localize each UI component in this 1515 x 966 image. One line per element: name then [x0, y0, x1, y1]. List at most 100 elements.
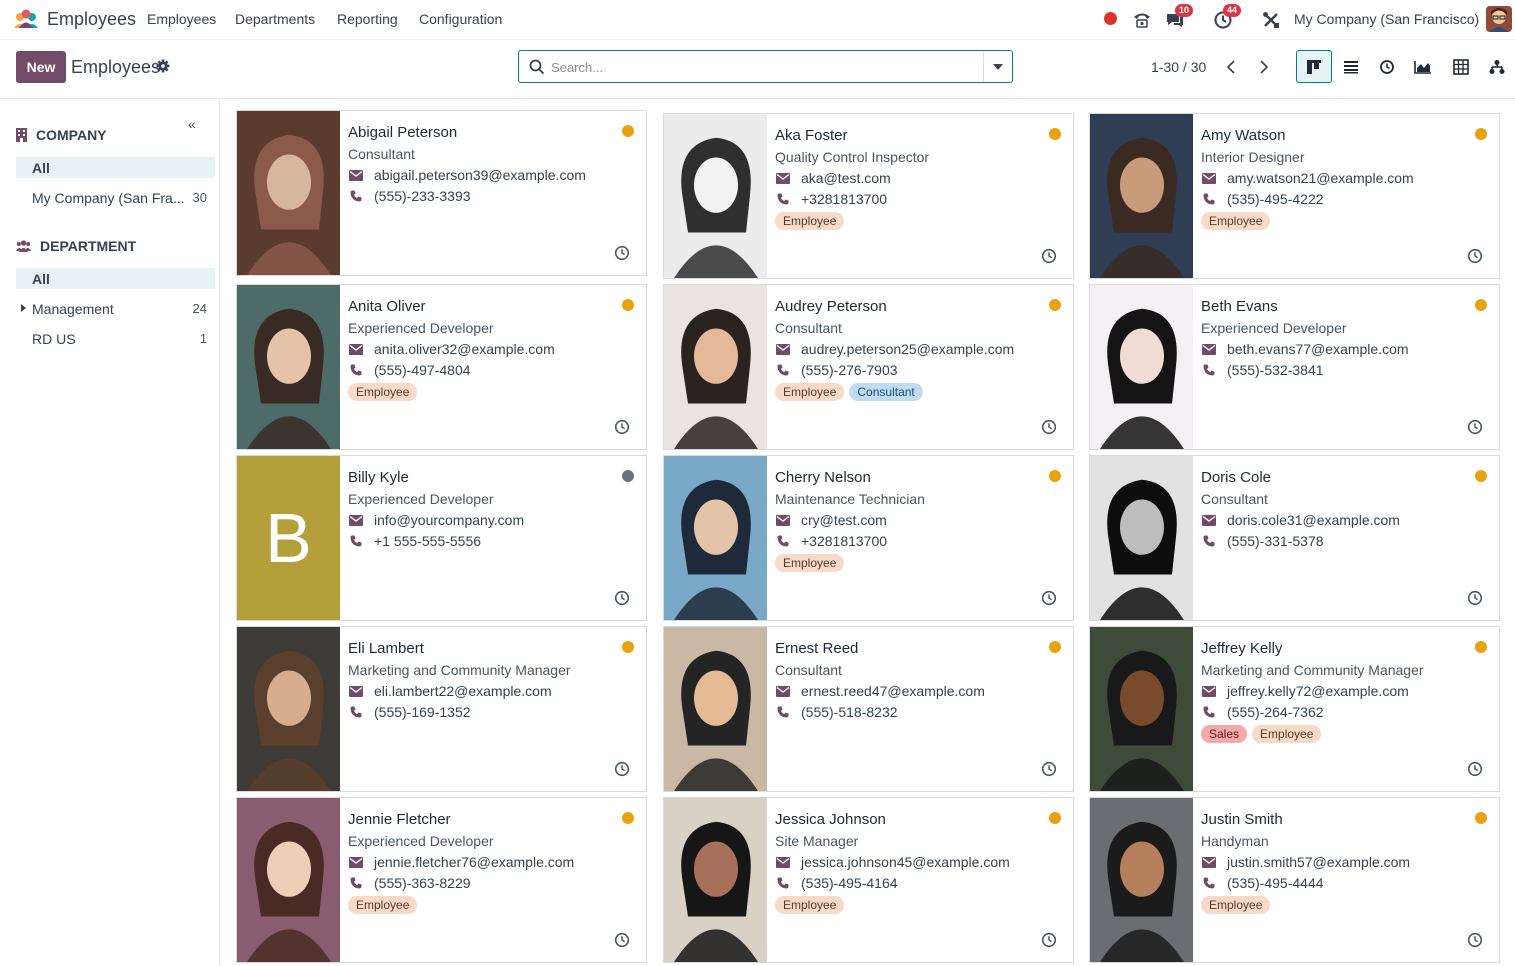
employees-app-icon[interactable] [13, 9, 39, 29]
employee-phone[interactable]: (555)-331-5378 [1227, 533, 1324, 549]
graph-view-button[interactable] [1405, 50, 1441, 83]
list-view-button[interactable] [1333, 50, 1369, 83]
employee-email[interactable]: justin.smith57@example.com [1227, 854, 1410, 870]
hierarchy-view-button[interactable] [1479, 50, 1515, 83]
employee-email[interactable]: info@yourcompany.com [374, 512, 524, 528]
employee-phone-row: (555)-331-5378 [1201, 533, 1324, 549]
pager-previous-button[interactable] [1216, 52, 1246, 82]
tools-icon[interactable] [1260, 9, 1282, 31]
filter-department-rd-us[interactable]: RD US 1 [16, 328, 215, 349]
employee-card[interactable]: Abigail Peterson Consultant abigail.peters… [236, 110, 647, 276]
employee-phone[interactable]: (555)-233-3393 [374, 188, 471, 204]
employee-phone[interactable]: (555)-497-4804 [374, 362, 471, 378]
activity-clock-icon[interactable] [614, 419, 630, 435]
activity-clock-icon[interactable] [1041, 761, 1057, 777]
filter-company-all[interactable]: All [16, 157, 215, 178]
employee-card[interactable]: Eli Lambert Marketing and Community Manag… [236, 626, 647, 792]
employee-card[interactable]: Audrey Peterson Consultant audrey.peterson… [663, 284, 1074, 450]
caret-right-icon[interactable] [21, 304, 26, 312]
employee-card[interactable]: Jennie Fletcher Experienced Developer jenn… [236, 797, 647, 963]
employee-card[interactable]: B Billy Kyle Experienced Developer info@you… [236, 455, 647, 621]
menu-employees[interactable]: Employees [147, 11, 216, 27]
activity-clock-icon[interactable] [614, 245, 630, 261]
filter-department-management[interactable]: Management 24 [16, 298, 215, 319]
employee-card[interactable]: Doris Cole Consultant doris.cole31@example… [1089, 455, 1500, 621]
company-switcher[interactable]: My Company (San Francisco) [1294, 11, 1479, 27]
pivot-view-button[interactable] [1443, 50, 1479, 83]
employee-card[interactable]: Jessica Johnson Site Manager jessica.johns… [663, 797, 1074, 963]
menu-reporting[interactable]: Reporting [337, 11, 398, 27]
employee-card[interactable]: Aka Foster Quality Control Inspector aka@t… [663, 113, 1074, 279]
employee-email[interactable]: aka@test.com [801, 170, 891, 186]
menu-departments[interactable]: Departments [235, 11, 315, 27]
employee-card[interactable]: Justin Smith Handyman justin.smith57@examp… [1089, 797, 1500, 963]
activity-view-button[interactable] [1369, 50, 1405, 83]
activity-clock-icon[interactable] [1041, 932, 1057, 948]
employee-email[interactable]: jennie.fletcher76@example.com [374, 854, 574, 870]
gear-icon[interactable] [156, 59, 170, 73]
employee-email[interactable]: abigail.peterson39@example.com [374, 167, 586, 183]
activity-clock-icon[interactable] [1467, 932, 1483, 948]
employee-email[interactable]: eli.lambert22@example.com [374, 683, 552, 699]
recording-indicator-icon[interactable] [1104, 12, 1117, 25]
employee-phone[interactable]: +3281813700 [801, 533, 887, 549]
activity-clock-icon[interactable] [1041, 590, 1057, 606]
chat-icon[interactable]: 10 [1164, 4, 1194, 31]
filter-department-all[interactable]: All [16, 268, 215, 289]
activity-clock-icon[interactable] [1467, 761, 1483, 777]
employee-email[interactable]: jeffrey.kelly72@example.com [1227, 683, 1409, 699]
activity-clock-icon[interactable] [1467, 248, 1483, 264]
kanban-view-button[interactable] [1296, 50, 1332, 83]
activity-clock-icon[interactable] [1041, 419, 1057, 435]
employee-email[interactable]: doris.cole31@example.com [1227, 512, 1400, 528]
activity-clock-icon[interactable] [614, 761, 630, 777]
employee-phone[interactable]: (555)-169-1352 [374, 704, 471, 720]
employee-email[interactable]: ernest.reed47@example.com [801, 683, 985, 699]
employee-email[interactable]: jessica.johnson45@example.com [801, 854, 1010, 870]
employee-email[interactable]: cry@test.com [801, 512, 887, 528]
employee-card[interactable]: Cherry Nelson Maintenance Technician cry@t… [663, 455, 1074, 621]
new-button[interactable]: New [16, 51, 66, 83]
employee-phone[interactable]: (555)-264-7362 [1227, 704, 1324, 720]
search-input[interactable] [551, 55, 971, 79]
employee-card[interactable]: Anita Oliver Experienced Developer anita.o… [236, 284, 647, 450]
activity-clock-icon[interactable] [1467, 419, 1483, 435]
employee-phone[interactable]: (535)-495-4444 [1227, 875, 1324, 891]
activity-clock-icon[interactable] [614, 932, 630, 948]
menu-configuration[interactable]: Configuration [419, 11, 502, 27]
phone-icon[interactable] [1131, 9, 1153, 31]
employee-card[interactable]: Amy Watson Interior Designer amy.watson21@… [1089, 113, 1500, 279]
activity-clock-icon[interactable] [1041, 248, 1057, 264]
filter-company-my-company[interactable]: My Company (San Fra... 30 [16, 187, 215, 208]
pager-value[interactable]: 1-30 / 30 [1151, 59, 1206, 75]
employee-email[interactable]: beth.evans77@example.com [1227, 341, 1409, 357]
pager-next-button[interactable] [1249, 52, 1279, 82]
activity-clock-icon[interactable] [614, 590, 630, 606]
employee-phone[interactable]: (555)-518-8232 [801, 704, 898, 720]
user-avatar[interactable] [1486, 6, 1512, 32]
employee-name: Anita Oliver [348, 298, 426, 315]
employee-phone[interactable]: +3281813700 [801, 191, 887, 207]
employee-card[interactable]: Jeffrey Kelly Marketing and Community Man… [1089, 626, 1500, 792]
search-bar[interactable] [518, 50, 1013, 83]
employee-phone[interactable]: (535)-495-4222 [1227, 191, 1324, 207]
app-name[interactable]: Employees [47, 9, 136, 30]
activity-clock-icon[interactable] [1467, 590, 1483, 606]
employee-email[interactable]: audrey.peterson25@example.com [801, 341, 1014, 357]
employee-phone-row: (535)-495-4444 [1201, 875, 1324, 891]
employee-phone[interactable]: (555)-532-3841 [1227, 362, 1324, 378]
employee-name: Justin Smith [1201, 811, 1283, 828]
employee-job-title: Experienced Developer [1201, 320, 1347, 336]
search-options-toggle[interactable] [983, 51, 1012, 82]
employee-phone[interactable]: (535)-495-4164 [801, 875, 898, 891]
employee-phone[interactable]: +1 555-555-5556 [374, 533, 481, 549]
employee-phone[interactable]: (555)-363-8229 [374, 875, 471, 891]
employee-email[interactable]: amy.watson21@example.com [1227, 170, 1414, 186]
collapse-sidebar-icon[interactable]: « [188, 116, 196, 132]
employee-card[interactable]: Ernest Reed Consultant ernest.reed47@examp… [663, 626, 1074, 792]
employee-email[interactable]: anita.oliver32@example.com [374, 341, 555, 357]
employee-phone[interactable]: (555)-276-7903 [801, 362, 898, 378]
activity-clock-icon[interactable]: 44 [1212, 4, 1242, 31]
employee-card[interactable]: Beth Evans Experienced Developer beth.evan… [1089, 284, 1500, 450]
employee-job-title: Marketing and Community Manager [1201, 662, 1424, 678]
